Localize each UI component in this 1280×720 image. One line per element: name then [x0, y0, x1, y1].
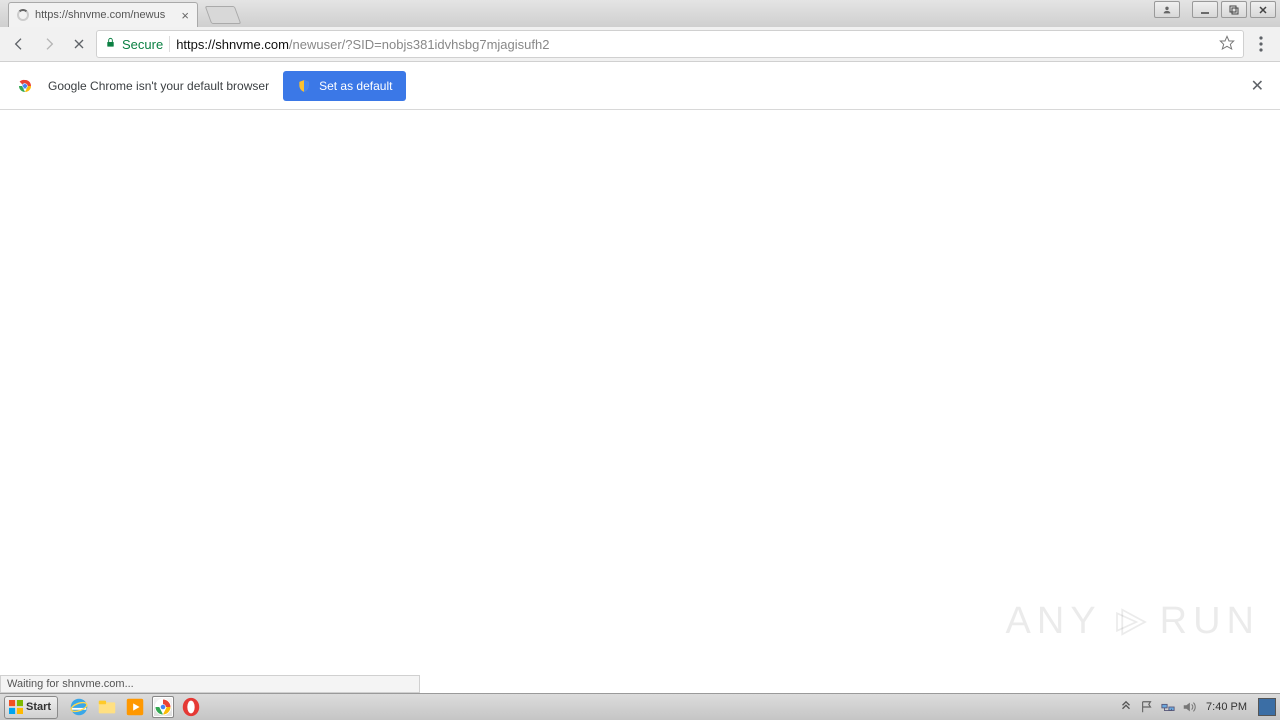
windows-taskbar: Start 7:40 PM — [0, 693, 1280, 720]
lock-icon — [105, 36, 116, 52]
loading-spinner-icon — [17, 9, 29, 21]
new-tab-button[interactable] — [205, 6, 242, 24]
set-default-button[interactable]: Set as default — [283, 71, 406, 101]
status-bar: Waiting for shnvme.com... — [0, 675, 420, 693]
stop-reload-button[interactable] — [66, 31, 92, 57]
profile-button[interactable] — [1154, 1, 1180, 18]
tray-flag-icon[interactable] — [1139, 699, 1155, 715]
secure-label: Secure — [122, 37, 163, 52]
taskbar-opera-icon[interactable] — [180, 696, 202, 718]
set-default-label: Set as default — [319, 79, 392, 93]
maximize-button[interactable] — [1221, 1, 1247, 18]
browser-toolbar: Secure https://shnvme.com/newuser/?SID=n… — [0, 27, 1280, 62]
forward-button[interactable] — [36, 31, 62, 57]
tray-expand-icon[interactable] — [1118, 699, 1134, 715]
url-host: ://shnvme.com — [204, 37, 289, 52]
url-path: /newuser/?SID=nobjs381idvhsbg7mjagisufh2 — [289, 37, 550, 52]
taskbar-explorer-icon[interactable] — [96, 696, 118, 718]
tray-volume-icon[interactable] — [1181, 699, 1197, 715]
tab-close-icon[interactable]: × — [181, 8, 189, 23]
tab-title: https://shnvme.com/newus — [35, 9, 175, 21]
page-content: ANY RUN — [0, 110, 1280, 693]
browser-tab[interactable]: https://shnvme.com/newus × — [8, 2, 198, 27]
watermark-right: RUN — [1160, 600, 1260, 643]
chrome-menu-button[interactable] — [1248, 31, 1274, 57]
status-text: Waiting for shnvme.com... — [7, 678, 134, 690]
windows-logo-icon — [9, 700, 23, 714]
url-text: https://shnvme.com/newuser/?SID=nobjs381… — [176, 37, 549, 52]
omnibox-divider — [169, 36, 170, 52]
window-titlebar: https://shnvme.com/newus × — [0, 0, 1280, 27]
address-bar[interactable]: Secure https://shnvme.com/newuser/?SID=n… — [96, 30, 1244, 58]
shield-icon — [297, 79, 311, 93]
close-window-button[interactable] — [1250, 1, 1276, 18]
taskbar-apps — [68, 696, 202, 718]
taskbar-clock[interactable]: 7:40 PM — [1202, 701, 1251, 713]
watermark-left: ANY — [1006, 600, 1102, 643]
infobar-close-icon[interactable]: ✕ — [1251, 76, 1264, 96]
show-desktop-button[interactable] — [1258, 698, 1276, 716]
window-controls — [1192, 1, 1276, 18]
back-button[interactable] — [6, 31, 32, 57]
url-scheme: https — [176, 37, 204, 52]
tray-network-icon[interactable] — [1160, 699, 1176, 715]
minimize-button[interactable] — [1192, 1, 1218, 18]
bookmark-star-icon[interactable] — [1219, 35, 1235, 54]
taskbar-ie-icon[interactable] — [68, 696, 90, 718]
system-tray: 7:40 PM — [1118, 698, 1280, 716]
taskbar-media-icon[interactable] — [124, 696, 146, 718]
taskbar-chrome-icon[interactable] — [152, 696, 174, 718]
default-browser-infobar: Google Chrome isn't your default browser… — [0, 62, 1280, 110]
chrome-logo-icon — [16, 77, 34, 95]
start-button[interactable]: Start — [4, 696, 58, 719]
play-icon — [1110, 601, 1152, 643]
infobar-message: Google Chrome isn't your default browser — [48, 79, 269, 93]
start-label: Start — [26, 701, 51, 713]
watermark: ANY RUN — [1006, 600, 1260, 643]
